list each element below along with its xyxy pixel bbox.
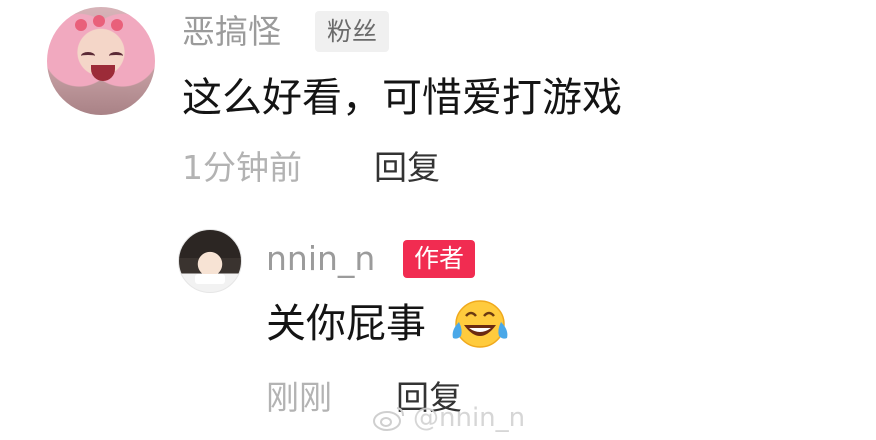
reply-button[interactable]: 回复	[374, 148, 440, 188]
avatar-collar	[195, 274, 225, 284]
commenter-username[interactable]: 恶搞怪	[182, 12, 281, 52]
author-badge: 作者	[403, 240, 476, 278]
comment-timestamp: 1分钟前	[182, 148, 302, 187]
avatar-eye	[109, 52, 123, 60]
flower-decoration	[75, 19, 87, 31]
reply-text: 关你屁事	[266, 301, 426, 347]
author-username[interactable]: nnin_n	[266, 239, 375, 279]
author-avatar[interactable]	[178, 229, 242, 293]
commenter-avatar[interactable]	[47, 7, 155, 115]
fan-badge: 粉丝	[315, 11, 390, 52]
weibo-icon	[373, 407, 404, 431]
laughing-tears-emoji	[452, 300, 508, 348]
flower-decoration	[93, 15, 105, 27]
watermark: @nnin_n	[371, 398, 525, 438]
reply-timestamp: 刚刚	[266, 378, 332, 417]
avatar-eye	[81, 52, 95, 60]
comment-text: 这么好看，可惜爱打游戏	[182, 75, 622, 121]
avatar-mouth	[91, 65, 115, 81]
flower-decoration	[111, 19, 123, 31]
watermark-text: @nnin_n	[413, 403, 526, 433]
